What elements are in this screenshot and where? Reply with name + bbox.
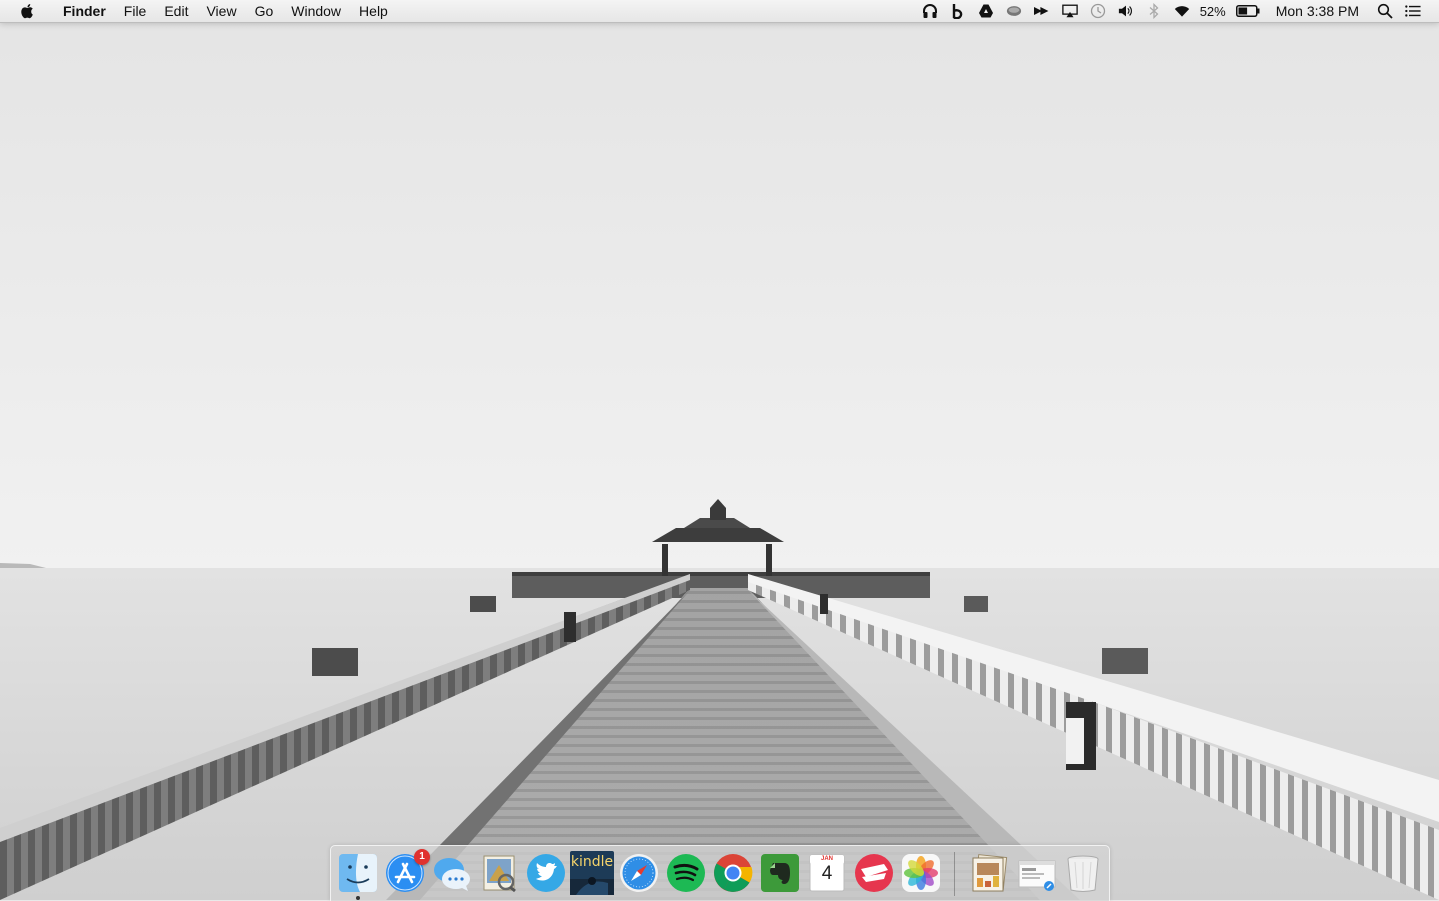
app-store-update-badge: 1 xyxy=(414,849,430,865)
screenshot-stack-icon xyxy=(1018,860,1056,891)
desktop-wallpaper xyxy=(0,0,1439,900)
evernote-icon xyxy=(761,854,799,892)
dock-finder[interactable] xyxy=(336,851,380,900)
dock-calendar[interactable]: JAN 4 xyxy=(805,851,849,895)
calendar-day: 4 xyxy=(821,863,833,884)
menu-help[interactable]: Help xyxy=(350,0,397,22)
dock-photos[interactable] xyxy=(899,851,943,895)
skype-icon[interactable] xyxy=(1006,3,1022,19)
calendar-month: JAN xyxy=(820,856,833,862)
documents-stack-icon xyxy=(972,854,1008,892)
dock-safari[interactable] xyxy=(617,851,661,895)
menu-file[interactable]: File xyxy=(115,0,156,22)
menu-go[interactable]: Go xyxy=(246,0,283,22)
menu-window[interactable]: Window xyxy=(282,0,350,22)
dock-kindle[interactable]: kindle xyxy=(570,851,614,895)
dock-spotify[interactable] xyxy=(664,851,708,895)
dock-evernote[interactable] xyxy=(758,851,802,895)
headphones-icon[interactable] xyxy=(922,3,938,19)
menu-bar-clock[interactable]: Mon 3:38 PM xyxy=(1276,3,1359,19)
menu-bar: Finder File Edit View Go Window Help 52%… xyxy=(0,0,1439,23)
fast-forward-icon[interactable] xyxy=(1033,3,1050,19)
trash-icon xyxy=(1067,855,1099,892)
dock-screenshots-stack[interactable] xyxy=(1014,851,1058,895)
twitter-icon xyxy=(527,854,565,892)
messages-icon xyxy=(434,858,470,891)
spotlight-search-icon[interactable] xyxy=(1377,3,1393,19)
dock-twitter[interactable] xyxy=(524,851,568,895)
wifi-icon[interactable] xyxy=(1174,3,1190,19)
google-drive-icon[interactable] xyxy=(978,3,994,19)
dock-chrome[interactable] xyxy=(711,851,755,895)
dock: 1 kindle JAN 4 xyxy=(330,845,1110,901)
preview-icon xyxy=(483,855,516,893)
menu-edit[interactable]: Edit xyxy=(155,0,197,22)
bluetooth-icon[interactable] xyxy=(1146,3,1162,19)
dock-app-store[interactable]: 1 xyxy=(383,849,430,895)
dock-airmail[interactable] xyxy=(852,851,896,895)
menu-app-name[interactable]: Finder xyxy=(54,0,115,22)
dock-preview[interactable] xyxy=(477,851,521,895)
apple-menu-icon[interactable] xyxy=(20,3,36,19)
battery-icon[interactable] xyxy=(1235,3,1260,19)
volume-icon[interactable] xyxy=(1118,3,1134,19)
dock-messages[interactable] xyxy=(430,851,474,895)
airplay-icon[interactable] xyxy=(1061,3,1078,19)
battery-percent[interactable]: 52% xyxy=(1200,4,1226,19)
photos-icon xyxy=(902,854,940,892)
menu-bar-status-area: 52% Mon 3:38 PM xyxy=(916,0,1439,22)
spotify-icon xyxy=(667,854,705,892)
dock-separator xyxy=(954,852,955,896)
notification-center-icon[interactable] xyxy=(1405,3,1421,19)
airmail-icon xyxy=(855,854,893,892)
bitbar-b-icon[interactable] xyxy=(950,3,966,19)
dock-downloads-stack[interactable] xyxy=(967,851,1011,895)
safari-icon xyxy=(620,854,658,892)
menu-view[interactable]: View xyxy=(197,0,245,22)
time-machine-icon[interactable] xyxy=(1090,3,1106,19)
menu-bar-left: Finder File Edit View Go Window Help xyxy=(0,0,397,22)
chrome-icon xyxy=(714,854,753,892)
finder-icon xyxy=(339,854,377,892)
running-indicator xyxy=(356,896,360,900)
dock-trash[interactable] xyxy=(1061,851,1105,895)
kindle-wordmark: kindle xyxy=(570,854,614,870)
